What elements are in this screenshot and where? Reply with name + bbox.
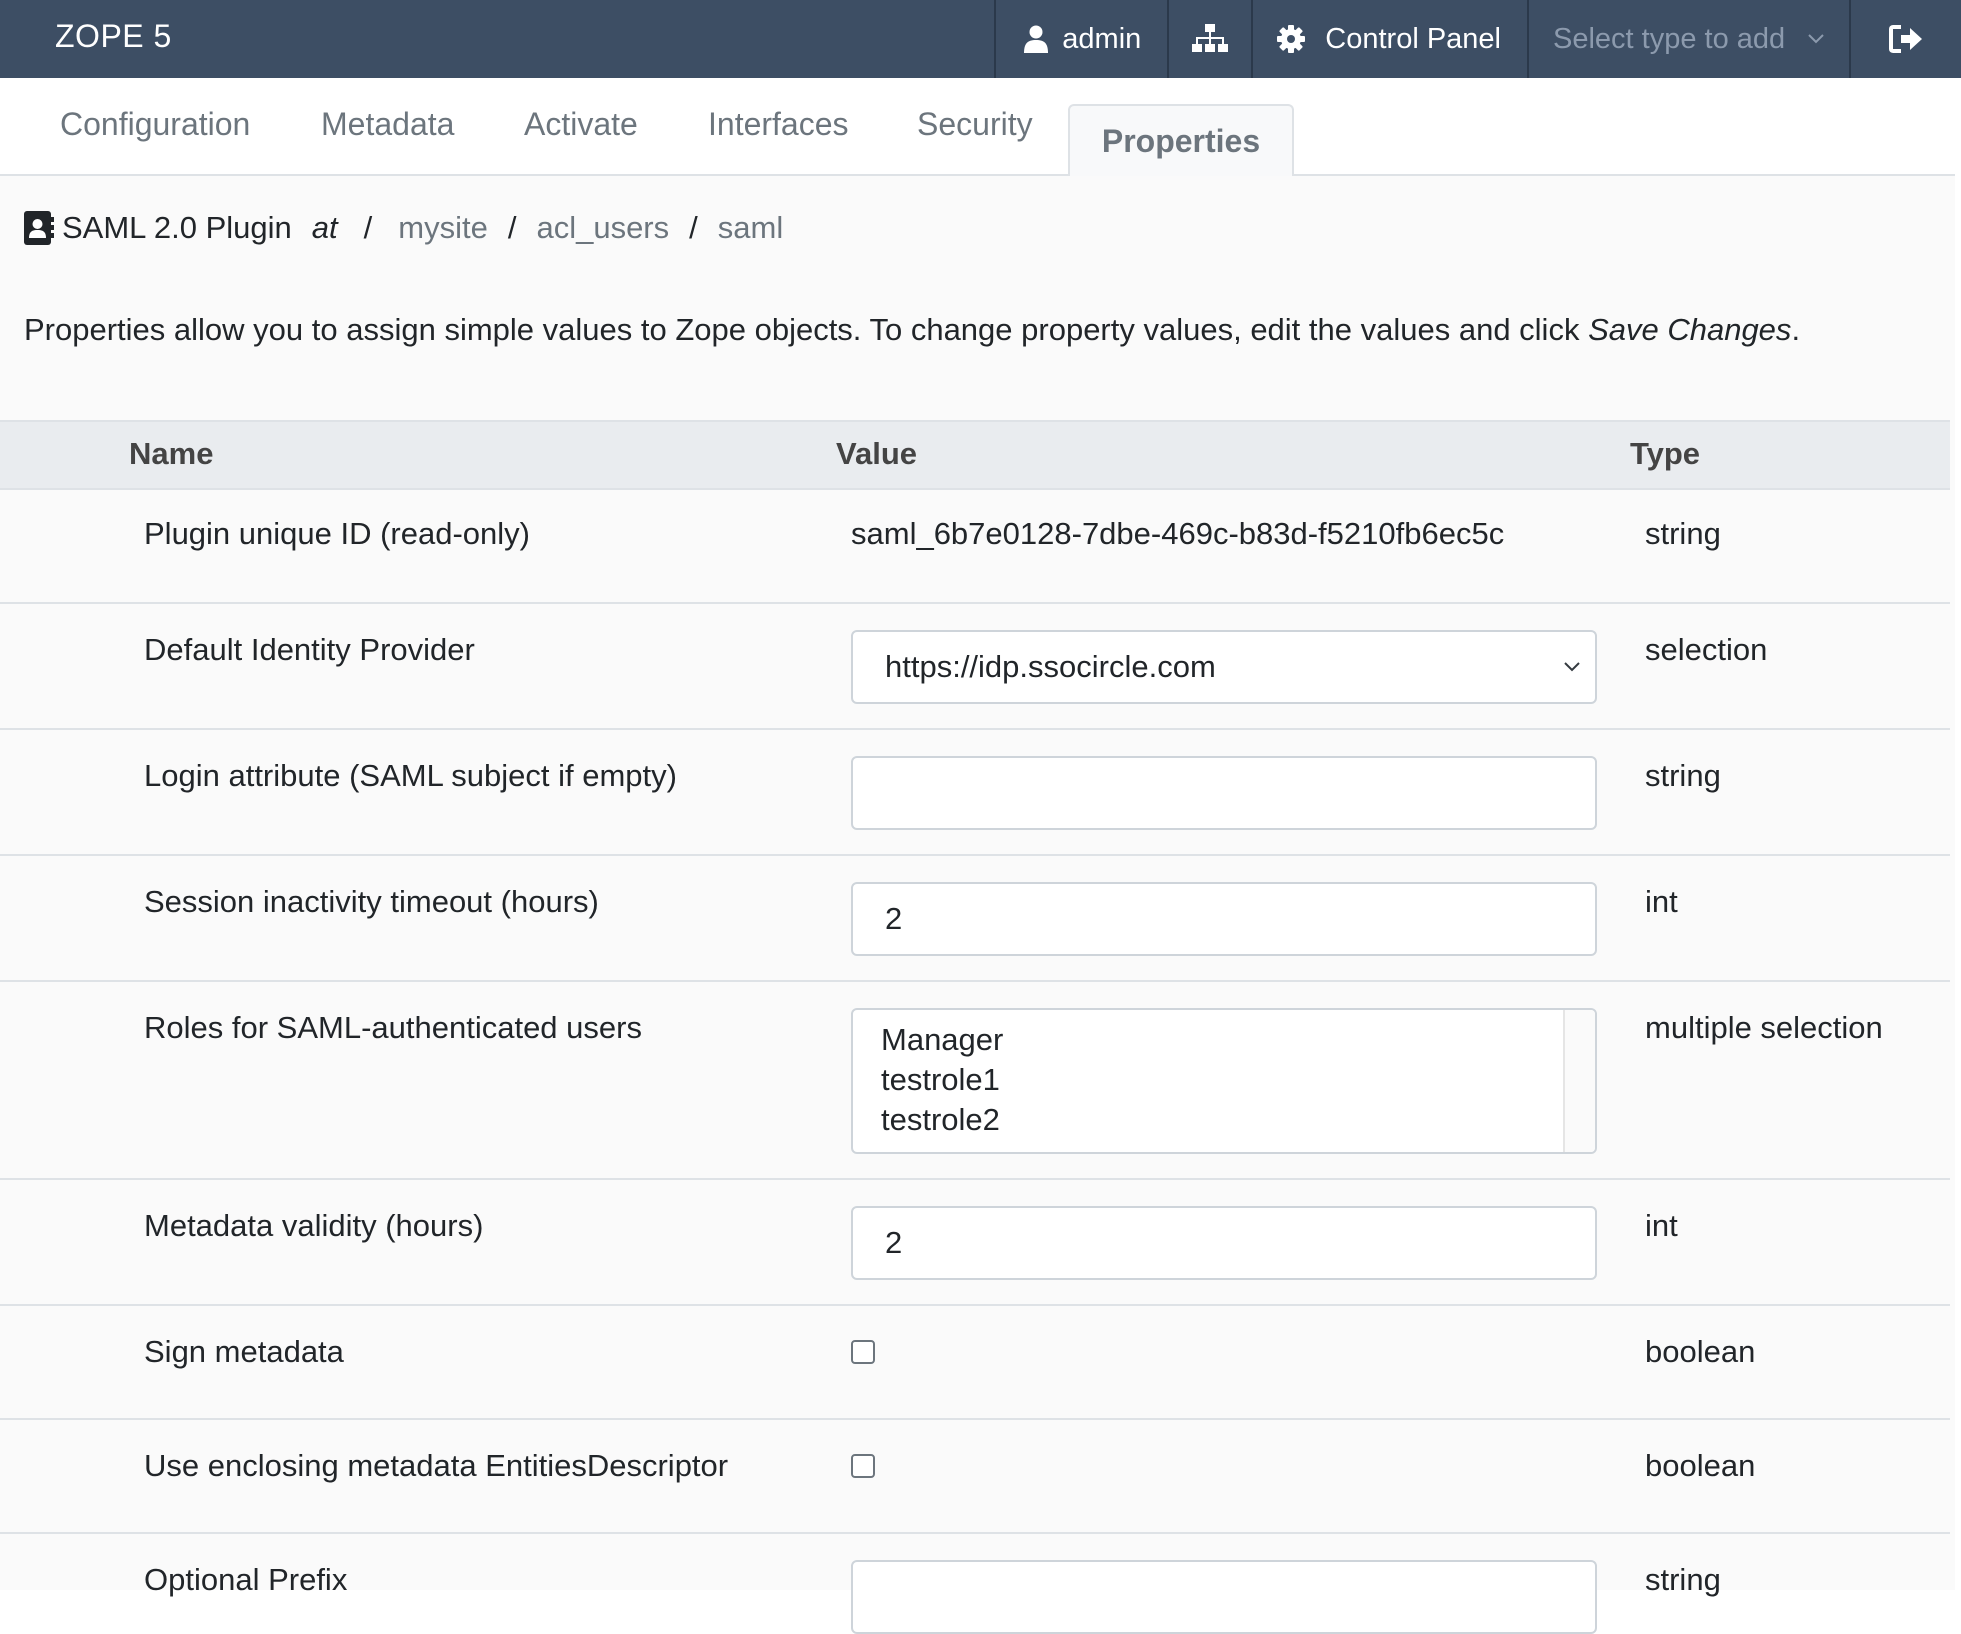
roles-multiselect[interactable]: Manager testrole1 testrole2 (851, 1008, 1597, 1154)
role-option[interactable]: testrole2 (881, 1100, 1595, 1140)
role-option[interactable]: testrole1 (881, 1060, 1595, 1100)
tab-metadata[interactable]: Metadata (321, 104, 454, 144)
table-row: Sign metadata boolean (0, 1306, 1950, 1420)
metadata-validity-input[interactable] (851, 1206, 1597, 1280)
column-header-type: Type (1630, 436, 1701, 471)
table-row: Session inactivity timeout (hours) int (0, 856, 1950, 982)
session-timeout-input[interactable] (851, 882, 1597, 956)
add-type-placeholder: Select type to add (1553, 22, 1786, 55)
table-row: Plugin unique ID (read-only) saml_6b7e01… (0, 490, 1950, 604)
logout-button[interactable] (1849, 0, 1961, 78)
property-name: Roles for SAML-authenticated users (144, 1010, 642, 1045)
property-name: Metadata validity (hours) (144, 1208, 484, 1243)
user-name: admin (1062, 22, 1142, 55)
table-row: Default Identity Provider https://idp.ss… (0, 604, 1950, 730)
top-navbar: ZOPE 5 admin Control Panel Select type t… (0, 0, 1961, 78)
breadcrumb-at: at (311, 210, 338, 245)
column-header-value: Value (836, 436, 917, 471)
breadcrumb-separator: / (507, 210, 517, 245)
property-type: boolean (1645, 1448, 1756, 1483)
sign-metadata-checkbox[interactable] (851, 1340, 875, 1364)
table-row: Login attribute (SAML subject if empty) … (0, 730, 1950, 856)
property-type: string (1645, 516, 1721, 551)
property-name: Plugin unique ID (read-only) (144, 516, 530, 551)
table-row: Use enclosing metadata EntitiesDescripto… (0, 1420, 1950, 1534)
breadcrumb-link-mysite[interactable]: mysite (398, 210, 488, 246)
role-option[interactable]: Manager (881, 1020, 1595, 1060)
roles-scrollbar[interactable] (1563, 1010, 1595, 1152)
chevron-down-icon (1808, 34, 1824, 44)
tab-activate[interactable]: Activate (524, 104, 638, 144)
sitemap-icon (1192, 24, 1229, 52)
logout-icon (1889, 25, 1922, 53)
plugin-title: SAML 2.0 Plugin (62, 210, 292, 245)
user-icon (1024, 25, 1049, 53)
sitemap-button[interactable] (1167, 0, 1251, 78)
property-name: Sign metadata (144, 1334, 344, 1369)
breadcrumb-separator: / (689, 210, 698, 245)
intro-text: Properties allow you to assign simple va… (24, 312, 1800, 348)
tab-security[interactable]: Security (917, 104, 1033, 144)
property-name: Default Identity Provider (144, 632, 475, 667)
breadcrumb: SAML 2.0 Plugin at / mysite / acl_users … (24, 206, 783, 250)
property-type: boolean (1645, 1334, 1756, 1369)
brand-logo[interactable]: ZOPE 5 (55, 16, 172, 56)
property-type: selection (1645, 632, 1768, 667)
property-name: Use enclosing metadata EntitiesDescripto… (144, 1448, 729, 1483)
intro-end: . (1791, 312, 1801, 347)
entities-descriptor-checkbox[interactable] (851, 1454, 875, 1478)
chevron-down-icon (1564, 662, 1580, 672)
property-type: string (1645, 758, 1721, 793)
breadcrumb-link-saml[interactable]: saml (718, 210, 783, 246)
properties-table-header: Name Value Type (0, 420, 1950, 490)
property-name: Optional Prefix (144, 1562, 348, 1597)
control-panel-label: Control Panel (1325, 22, 1501, 55)
property-type: int (1645, 884, 1678, 919)
property-type: multiple selection (1645, 1010, 1883, 1045)
page-right-edge (1955, 78, 1961, 1590)
breadcrumb-separator: / (363, 210, 373, 245)
plugin-id-value: saml_6b7e0128-7dbe-469c-b83d-f5210fb6ec5… (851, 516, 1505, 551)
user-menu-button[interactable]: admin (994, 0, 1167, 78)
control-panel-button[interactable]: Control Panel (1251, 0, 1527, 78)
default-idp-selected: https://idp.ssocircle.com (885, 649, 1216, 684)
address-card-icon (24, 211, 54, 245)
breadcrumb-link-acl-users[interactable]: acl_users (536, 210, 669, 246)
tab-properties[interactable]: Properties (1068, 104, 1294, 176)
table-row: Roles for SAML-authenticated users Manag… (0, 982, 1950, 1180)
column-header-name: Name (129, 436, 214, 471)
add-type-select[interactable]: Select type to add (1527, 0, 1849, 78)
table-row: Metadata validity (hours) int (0, 1180, 1950, 1306)
optional-prefix-input[interactable] (851, 1560, 1597, 1634)
property-name: Login attribute (SAML subject if empty) (144, 758, 677, 793)
property-name: Session inactivity timeout (hours) (144, 884, 599, 919)
tab-bar: Configuration Metadata Activate Interfac… (0, 78, 1961, 176)
table-row: Optional Prefix string (0, 1534, 1950, 1634)
gear-icon (1277, 25, 1306, 53)
intro-body: Properties allow you to assign simple va… (24, 312, 1589, 347)
tab-interfaces[interactable]: Interfaces (708, 104, 849, 144)
login-attribute-input[interactable] (851, 756, 1597, 830)
navbar-actions: admin Control Panel Select type to add (994, 0, 1961, 78)
property-type: string (1645, 1562, 1721, 1597)
intro-save-changes: Save Changes (1588, 312, 1792, 347)
property-type: int (1645, 1208, 1678, 1243)
tab-configuration[interactable]: Configuration (60, 104, 250, 144)
default-idp-select[interactable]: https://idp.ssocircle.com (851, 630, 1597, 704)
main-content: SAML 2.0 Plugin at / mysite / acl_users … (0, 176, 1961, 1634)
